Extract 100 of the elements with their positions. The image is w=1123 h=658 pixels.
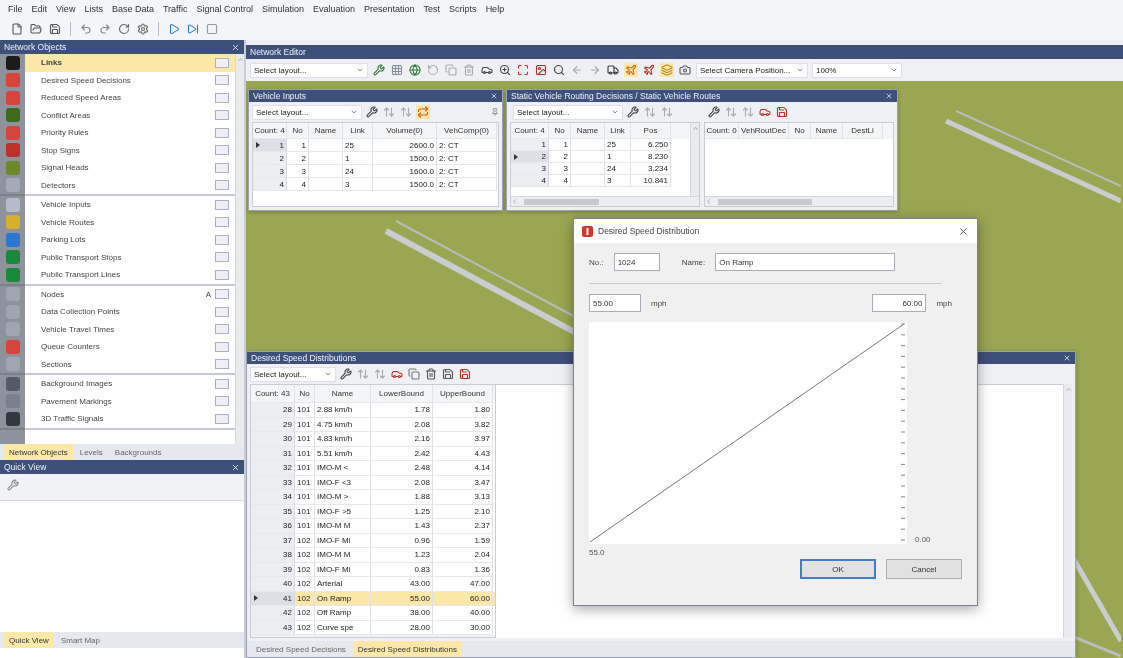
network-object-item[interactable]: Links	[25, 54, 235, 72]
close-icon[interactable]	[1063, 354, 1071, 362]
plane-icon[interactable]	[642, 63, 656, 77]
wrench-icon[interactable]	[626, 105, 640, 119]
wrench-icon[interactable]	[365, 105, 379, 119]
column-header[interactable]: No	[287, 123, 309, 139]
table-row[interactable]: 32 101 IMO-M < 2.48 4.14	[251, 461, 495, 476]
table-row[interactable]: 2 2 1 1500.0 2: CT	[253, 152, 498, 165]
globe-icon[interactable]	[408, 63, 422, 77]
table-row[interactable]: 38 102 IMO-M M 1.23 2.04	[251, 548, 495, 563]
column-header[interactable]: UpperBound	[433, 385, 493, 403]
column-header[interactable]: No	[549, 123, 571, 139]
row-header[interactable]: 36	[251, 519, 295, 534]
save-icon[interactable]	[441, 367, 455, 381]
scrollbar[interactable]	[705, 196, 893, 206]
layers-icon[interactable]	[660, 63, 674, 77]
wrench-icon[interactable]	[339, 367, 353, 381]
menu-item[interactable]: Test	[423, 4, 441, 14]
column-header[interactable]: Name	[811, 123, 843, 139]
step-forward-icon[interactable]	[186, 22, 200, 36]
number-field[interactable]: 1024	[613, 253, 660, 271]
menu-item[interactable]: File	[8, 4, 23, 14]
refresh-icon[interactable]	[117, 22, 131, 36]
save-icon[interactable]	[458, 367, 472, 381]
close-icon[interactable]	[885, 92, 893, 100]
row-header[interactable]: 3	[253, 165, 287, 178]
layout-select[interactable]: Select layout...	[513, 104, 623, 120]
row-header[interactable]: 38	[251, 548, 295, 563]
tab[interactable]: Network Objects	[4, 444, 73, 460]
column-header[interactable]: Count: 4	[253, 123, 287, 139]
camera-select[interactable]: Select Camera Position...	[696, 62, 808, 78]
dialog-button[interactable]: Cancel	[886, 559, 962, 579]
column-header[interactable]: Link	[343, 123, 373, 139]
open-folder-icon[interactable]	[29, 22, 43, 36]
close-icon[interactable]	[490, 92, 498, 100]
row-header[interactable]: 4	[511, 175, 549, 187]
zoom-in-icon[interactable]	[498, 63, 512, 77]
table-row[interactable]: 1 1 25 2600.0 2: CT	[253, 139, 498, 152]
column-header[interactable]: No	[295, 385, 315, 403]
menu-item[interactable]: View	[56, 4, 76, 14]
menu-item[interactable]: Evaluation	[313, 4, 356, 14]
tab[interactable]: Quick View	[4, 632, 54, 648]
column-header[interactable]: Name	[309, 123, 343, 139]
name-field[interactable]: On Ramp	[715, 253, 896, 271]
undo-icon[interactable]	[79, 22, 93, 36]
table-row[interactable]: 3 3 24 1600.0 2: CT	[253, 165, 498, 178]
column-header[interactable]: Name	[315, 385, 371, 403]
row-header[interactable]: 2	[253, 152, 287, 165]
table-row[interactable]: 4 4 3 1500.0 2: CT	[253, 178, 498, 191]
row-header[interactable]: 30	[251, 432, 295, 447]
scrollbar[interactable]	[511, 196, 699, 206]
table-row[interactable]: 42 102 Off Ramp 38.00 40.00	[251, 606, 495, 621]
upper-bound-field[interactable]: 60.00	[872, 294, 927, 312]
fit-view-icon[interactable]	[516, 63, 530, 77]
column-header[interactable]: No	[789, 123, 811, 139]
menu-item[interactable]: Lists	[84, 4, 103, 14]
save-icon[interactable]	[48, 22, 62, 36]
row-header[interactable]: 28	[251, 403, 295, 418]
row-header[interactable]: 2	[511, 151, 549, 163]
layout-select[interactable]: Select layout...	[250, 62, 368, 78]
lower-bound-field[interactable]: 55.00	[589, 294, 641, 312]
row-header[interactable]: 1	[253, 139, 287, 152]
menu-item[interactable]: Traffic	[162, 4, 188, 14]
dialog-button[interactable]: OK	[800, 559, 876, 579]
row-header[interactable]: 1	[511, 139, 549, 151]
trash-icon[interactable]	[424, 367, 438, 381]
zoom-select[interactable]: 100%	[812, 62, 902, 78]
sort-descending-icon[interactable]	[399, 105, 413, 119]
pin-icon[interactable]	[491, 108, 499, 116]
column-header[interactable]: LowerBound	[371, 385, 433, 403]
layout-select[interactable]: Select layout...	[250, 366, 336, 382]
row-header[interactable]: 4	[253, 178, 287, 191]
table-row[interactable]: 40 102 Arterial 43.00 47.00	[251, 577, 495, 592]
gear-icon[interactable]	[136, 22, 150, 36]
column-header[interactable]: VehComp(0)	[437, 123, 497, 139]
row-header[interactable]: 32	[251, 461, 295, 476]
row-header[interactable]: 34	[251, 490, 295, 505]
close-icon[interactable]	[231, 42, 240, 52]
table-row[interactable]: 36 101 IMO-M M 1.43 2.37	[251, 519, 495, 534]
column-header[interactable]: Count: 43	[251, 385, 295, 403]
stop-icon[interactable]	[205, 22, 219, 36]
close-icon[interactable]	[958, 225, 969, 237]
new-file-icon[interactable]	[10, 22, 24, 36]
table-row[interactable]: 30 101 4.83 km/h 2.16 3.97	[251, 432, 495, 447]
camera-icon[interactable]	[678, 63, 692, 77]
menu-item[interactable]: Presentation	[364, 4, 415, 14]
wrench-icon[interactable]	[707, 105, 721, 119]
row-header[interactable]: 42	[251, 606, 295, 621]
copy-icon[interactable]	[407, 367, 421, 381]
column-header[interactable]: Name	[571, 123, 605, 139]
wrench-icon[interactable]	[372, 63, 386, 77]
sort-descending-icon[interactable]	[660, 105, 674, 119]
scrollbar[interactable]	[235, 54, 244, 444]
search-icon[interactable]	[552, 63, 566, 77]
column-header[interactable]: DestLi	[843, 123, 883, 139]
menu-item[interactable]: Base Data	[111, 4, 154, 14]
column-header[interactable]: Volume(0)	[373, 123, 437, 139]
scrollbar[interactable]	[690, 123, 699, 196]
redo-icon[interactable]	[98, 22, 112, 36]
menu-item[interactable]: Scripts	[449, 4, 477, 14]
